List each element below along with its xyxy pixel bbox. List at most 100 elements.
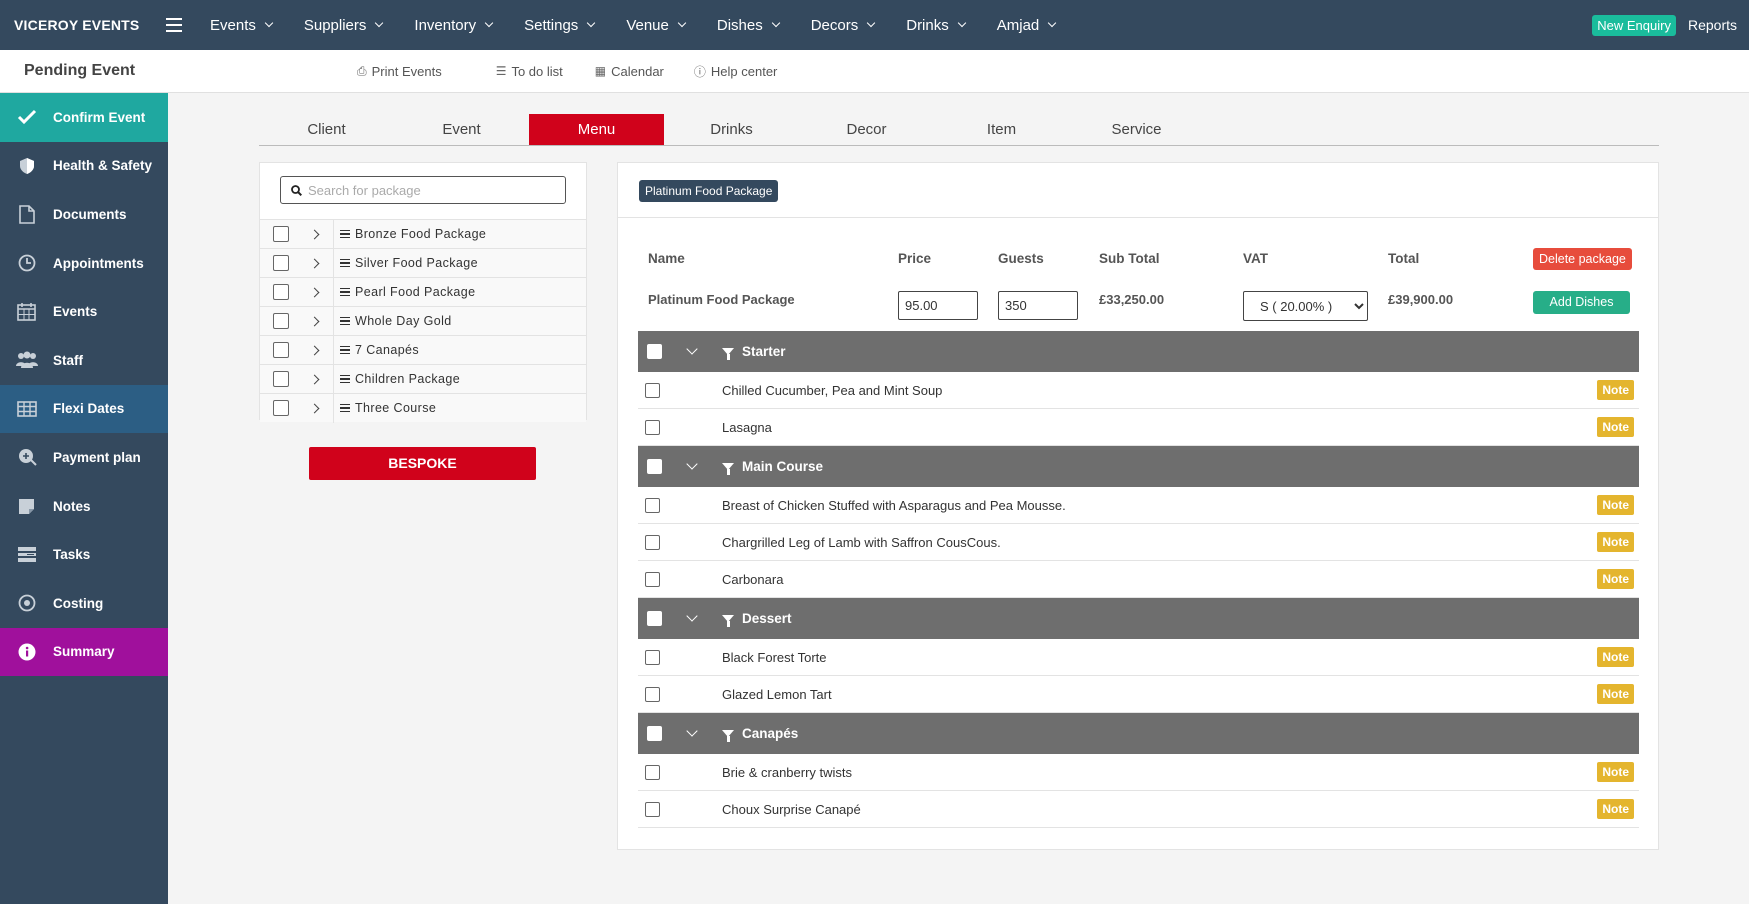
package-row[interactable]: Children Package bbox=[260, 364, 586, 394]
nav-item-label: Inventory bbox=[414, 16, 477, 34]
package-name: Bronze Food Package bbox=[355, 227, 487, 241]
note-button[interactable]: Note bbox=[1597, 532, 1634, 552]
brand-logo[interactable]: VICEROY EVENTS bbox=[0, 17, 166, 33]
sidebar-item-confirm-event[interactable]: Confirm Event bbox=[0, 93, 168, 142]
reports-link[interactable]: Reports bbox=[1688, 17, 1737, 33]
chevron-right-icon[interactable] bbox=[309, 229, 320, 239]
todo-list-link[interactable]: ☰ To do list bbox=[496, 64, 563, 79]
calendar-link[interactable]: ▦ Calendar bbox=[595, 64, 664, 79]
sidebar-item-documents[interactable]: Documents bbox=[0, 190, 168, 239]
package-row[interactable]: Bronze Food Package bbox=[260, 219, 586, 249]
course-checkbox[interactable] bbox=[647, 344, 662, 359]
package-checkbox[interactable] bbox=[273, 313, 289, 329]
drag-handle-icon[interactable] bbox=[340, 345, 350, 355]
tab-drinks[interactable]: Drinks bbox=[664, 114, 799, 145]
note-button[interactable]: Note bbox=[1597, 647, 1634, 667]
package-search-input[interactable] bbox=[308, 182, 558, 198]
package-checkbox[interactable] bbox=[273, 371, 289, 387]
sidebar-item-notes[interactable]: Notes bbox=[0, 482, 168, 531]
sidebar-item-summary[interactable]: Summary bbox=[0, 627, 168, 677]
nav-dishes-menu[interactable]: Dishes bbox=[701, 0, 795, 50]
dish-checkbox[interactable] bbox=[645, 534, 660, 550]
package-checkbox[interactable] bbox=[273, 226, 289, 242]
dish-checkbox[interactable] bbox=[645, 571, 660, 587]
drag-handle-icon[interactable] bbox=[340, 258, 350, 268]
tab-event[interactable]: Event bbox=[394, 114, 529, 145]
dish-checkbox[interactable] bbox=[645, 382, 660, 398]
course-checkbox[interactable] bbox=[647, 459, 662, 474]
sidebar-item-payment-plan[interactable]: Payment plan bbox=[0, 433, 168, 482]
chevron-right-icon[interactable] bbox=[309, 403, 320, 413]
bespoke-button[interactable]: BESPOKE bbox=[309, 447, 536, 480]
sidebar-item-staff[interactable]: Staff bbox=[0, 336, 168, 385]
package-checkbox[interactable] bbox=[273, 342, 289, 358]
guests-input[interactable] bbox=[998, 291, 1078, 320]
drag-handle-icon[interactable] bbox=[340, 316, 350, 326]
sidebar-item-costing[interactable]: Costing bbox=[0, 579, 168, 628]
dish-checkbox[interactable] bbox=[645, 497, 660, 513]
sidebar-item-appointments[interactable]: Appointments bbox=[0, 239, 168, 288]
nav-amjad-menu[interactable]: Amjad bbox=[981, 0, 1072, 50]
package-row[interactable]: Pearl Food Package bbox=[260, 277, 586, 307]
sidebar-item-health-safety[interactable]: Health & Safety bbox=[0, 142, 168, 191]
drag-handle-icon[interactable] bbox=[340, 287, 350, 297]
drag-handle-icon[interactable] bbox=[340, 374, 350, 384]
chevron-right-icon[interactable] bbox=[309, 287, 320, 297]
sidebar-item-tasks[interactable]: Tasks bbox=[0, 530, 168, 579]
nav-decors-menu[interactable]: Decors bbox=[795, 0, 891, 50]
package-row[interactable]: Three Course bbox=[260, 393, 586, 423]
print-events-link[interactable]: ⎙ Print Events bbox=[357, 64, 442, 79]
vat-select[interactable]: S ( 20.00% ) bbox=[1243, 291, 1368, 321]
chevron-right-icon[interactable] bbox=[309, 374, 320, 384]
tab-client[interactable]: Client bbox=[259, 114, 394, 145]
nav-events-menu[interactable]: Events bbox=[194, 0, 288, 50]
chevron-down-icon[interactable] bbox=[686, 343, 698, 355]
chevron-down-icon[interactable] bbox=[686, 458, 698, 470]
package-row[interactable]: 7 Canapés bbox=[260, 335, 586, 365]
course-checkbox[interactable] bbox=[647, 611, 662, 626]
note-button[interactable]: Note bbox=[1597, 762, 1634, 782]
package-checkbox[interactable] bbox=[273, 255, 289, 271]
note-button[interactable]: Note bbox=[1597, 684, 1634, 704]
note-button[interactable]: Note bbox=[1597, 569, 1634, 589]
add-dishes-button[interactable]: Add Dishes bbox=[1533, 291, 1630, 314]
nav-suppliers-menu[interactable]: Suppliers bbox=[288, 0, 399, 50]
note-button[interactable]: Note bbox=[1597, 799, 1634, 819]
drag-handle-icon[interactable] bbox=[340, 403, 350, 413]
nav-venue-menu[interactable]: Venue bbox=[610, 0, 701, 50]
tab-menu[interactable]: Menu bbox=[529, 114, 664, 145]
chevron-right-icon[interactable] bbox=[309, 345, 320, 355]
chevron-down-icon[interactable] bbox=[686, 725, 698, 737]
note-button[interactable]: Note bbox=[1597, 380, 1634, 400]
chevron-right-icon[interactable] bbox=[309, 316, 320, 326]
drag-handle-icon[interactable] bbox=[340, 229, 350, 239]
delete-package-button[interactable]: Delete package bbox=[1533, 248, 1632, 270]
chevron-down-icon[interactable] bbox=[686, 610, 698, 622]
package-checkbox[interactable] bbox=[273, 400, 289, 416]
hamburger-menu-icon[interactable] bbox=[166, 18, 182, 32]
dish-checkbox[interactable] bbox=[645, 686, 660, 702]
dish-checkbox[interactable] bbox=[645, 649, 660, 665]
dish-checkbox[interactable] bbox=[645, 764, 660, 780]
tab-item[interactable]: Item bbox=[934, 114, 1069, 145]
nav-settings-menu[interactable]: Settings bbox=[508, 0, 610, 50]
price-input[interactable] bbox=[898, 291, 978, 320]
nav-drinks-menu[interactable]: Drinks bbox=[890, 0, 981, 50]
package-row[interactable]: Silver Food Package bbox=[260, 248, 586, 278]
note-button[interactable]: Note bbox=[1597, 495, 1634, 515]
nav-inventory-menu[interactable]: Inventory bbox=[398, 0, 508, 50]
package-checkbox[interactable] bbox=[273, 284, 289, 300]
tab-service[interactable]: Service bbox=[1069, 114, 1204, 145]
course-checkbox[interactable] bbox=[647, 726, 662, 741]
new-enquiry-button[interactable]: New Enquiry bbox=[1592, 14, 1676, 36]
dish-checkbox[interactable] bbox=[645, 801, 660, 817]
help-center-link[interactable]: ⓘ Help center bbox=[694, 63, 778, 80]
dish-checkbox[interactable] bbox=[645, 419, 660, 435]
package-row[interactable]: Whole Day Gold bbox=[260, 306, 586, 336]
note-button[interactable]: Note bbox=[1597, 417, 1634, 437]
sidebar-item-flexi-dates[interactable]: Flexi Dates bbox=[0, 384, 168, 434]
package-search-box[interactable] bbox=[280, 176, 566, 204]
sidebar-item-events[interactable]: Events bbox=[0, 287, 168, 336]
chevron-right-icon[interactable] bbox=[309, 258, 320, 268]
tab-decor[interactable]: Decor bbox=[799, 114, 934, 145]
